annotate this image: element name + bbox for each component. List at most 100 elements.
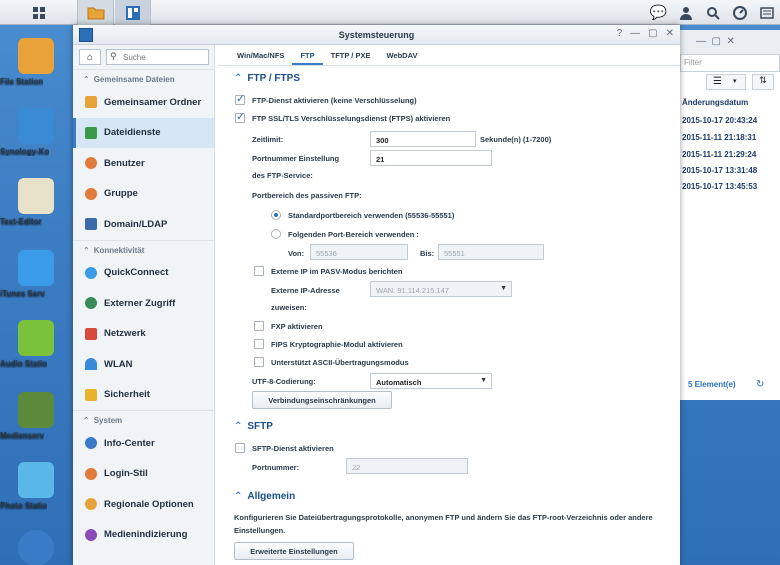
taskbar-file-station-button[interactable] xyxy=(78,0,114,25)
desktop-icon-photo-station[interactable]: Photo Statio xyxy=(0,462,72,510)
fips-checkbox[interactable] xyxy=(254,339,264,349)
sidebar-item-group[interactable]: Gruppe xyxy=(73,179,214,210)
sidebar-item-label: WLAN xyxy=(104,358,133,370)
column-header-modified[interactable]: Änderungsdatum xyxy=(682,98,748,107)
fxp-checkbox[interactable] xyxy=(254,321,264,331)
home-button[interactable]: ⌂ xyxy=(79,49,101,65)
table-row[interactable]: 2015-10-17 13:45:53 xyxy=(682,182,757,191)
tab-webdav[interactable]: WebDAV xyxy=(378,45,425,65)
tab-tftp-pxe[interactable]: TFTP / PXE xyxy=(323,45,379,65)
sidebar-item-security[interactable]: Sicherheit xyxy=(73,380,214,411)
section-connectivity[interactable]: ⌃ Konnektivität xyxy=(73,239,214,258)
passive-custom-radio[interactable] xyxy=(271,229,281,239)
section-title: Gemeinsame Dateien xyxy=(93,75,175,84)
sidebar-item-label: Info-Center xyxy=(104,437,155,449)
close-icon[interactable]: ✕ xyxy=(666,28,674,39)
table-row[interactable]: 2015-10-17 13:31:48 xyxy=(682,166,757,175)
sort-button[interactable]: ⇅ xyxy=(752,74,774,90)
sidebar-item-label: Benutzer xyxy=(104,157,145,169)
section-title: System xyxy=(93,416,123,425)
sidebar-item-login-style[interactable]: Login-Stil xyxy=(73,459,214,490)
advanced-settings-button[interactable]: Erweiterte Einstellungen xyxy=(234,542,354,560)
control-panel-icon xyxy=(125,5,140,20)
from-label: Von: xyxy=(288,249,305,258)
desktop-icon-synology[interactable]: Synology-Ko xyxy=(0,108,72,156)
ascii-mode-checkbox[interactable] xyxy=(254,357,264,367)
external-ip-label-line2: zuweisen: xyxy=(271,303,307,312)
speedometer-icon[interactable] xyxy=(726,0,753,25)
main-menu-button[interactable] xyxy=(0,0,78,25)
file-station-controls[interactable]: — ▢ ✕ xyxy=(696,36,735,47)
port-label-line1: Portnummer Einstellung xyxy=(252,154,340,163)
desktop-icon-label: Synology-Ko xyxy=(0,147,50,156)
report-external-ip-label: Externe IP im PASV-Modus berichten xyxy=(271,267,403,276)
table-row[interactable]: 2015-11-11 21:18:31 xyxy=(682,133,756,142)
group-icon xyxy=(85,187,97,200)
enable-sftp-checkbox[interactable] xyxy=(235,443,245,453)
sidebar-item-file-services[interactable]: Dateidienste xyxy=(73,117,214,148)
maximize-icon[interactable]: ▢ xyxy=(648,28,657,39)
desktop-icon-security-advisor[interactable] xyxy=(0,530,72,565)
tab-win-mac-nfs[interactable]: Win/Mac/NFS xyxy=(229,45,292,65)
file-station-titlebar: — ▢ ✕ xyxy=(676,30,780,54)
connection-limits-button[interactable]: Verbindungseinschränkungen xyxy=(252,391,392,409)
sidebar-item-media-indexing[interactable]: Medienindizierung xyxy=(73,520,214,551)
port-range-from-input[interactable]: 55536 xyxy=(310,244,408,260)
timeout-input[interactable]: 300 xyxy=(370,131,476,147)
chat-icon[interactable]: 💬 xyxy=(645,0,672,25)
section-sftp-heading[interactable]: ⌃ SFTP xyxy=(234,421,273,432)
section-shared-files[interactable]: ⌃ Gemeinsame Dateien xyxy=(73,69,214,87)
refresh-icon[interactable]: ↻ xyxy=(756,379,764,390)
search-input[interactable]: ⚲ Suche xyxy=(106,49,209,65)
section-general-heading[interactable]: ⌃ Allgemein xyxy=(234,491,295,502)
sidebar-item-regional-options[interactable]: Regionale Optionen xyxy=(73,489,214,520)
taskbar-control-panel-button[interactable] xyxy=(115,0,151,25)
table-row[interactable]: 2015-10-17 20:43:24 xyxy=(682,116,757,125)
desktop-icon-label: File Station xyxy=(0,77,44,86)
window-titlebar: Systemsteuerung ? — ▢ ✕ xyxy=(73,25,680,45)
sidebar-item-shared-folder[interactable]: Gemeinsamer Ordner xyxy=(73,87,214,118)
port-input[interactable]: 21 xyxy=(370,150,492,166)
sftp-port-input[interactable]: 22 xyxy=(346,458,468,474)
utf8-select[interactable]: Automatisch ▼ xyxy=(370,373,492,389)
desktop-icon-label: Audio Statio xyxy=(0,359,48,368)
desktop-icon-text-editor[interactable]: Text-Editor xyxy=(0,178,72,226)
sidebar-item-external-access[interactable]: Externer Zugriff xyxy=(73,288,214,319)
port-range-to-input[interactable]: 55551 xyxy=(438,244,544,260)
passive-default-radio[interactable] xyxy=(271,210,281,220)
desktop-icon-media-server[interactable]: Medienserv xyxy=(0,392,72,440)
report-external-ip-checkbox[interactable] xyxy=(254,266,264,276)
regional-icon xyxy=(85,498,97,511)
external-ip-select[interactable]: WAN: 91.114.215.147 ▼ xyxy=(370,281,512,297)
section-system[interactable]: ⌃ System xyxy=(73,410,214,428)
view-toggle-button[interactable]: ☰ ▾ xyxy=(706,74,746,90)
tab-ftp[interactable]: FTP xyxy=(292,45,323,65)
sidebar-item-info-center[interactable]: Info-Center xyxy=(73,428,214,459)
sidebar-item-domain-ldap[interactable]: Domain/LDAP xyxy=(73,209,214,240)
utf8-value: Automatisch xyxy=(376,378,422,387)
sidebar-item-network[interactable]: Netzwerk xyxy=(73,319,214,350)
options-icon[interactable] xyxy=(753,0,780,25)
ftp-settings-content: ⌃ FTP / FTPS FTP-Dienst aktivieren (keine… xyxy=(218,66,680,565)
control-panel-window: Systemsteuerung ? — ▢ ✕ ⌂ ⚲ Suche ⌃ Gemei… xyxy=(73,25,680,565)
desktop-icon-audio-station[interactable]: Audio Statio xyxy=(0,320,72,368)
table-row[interactable]: 2015-11-11 21:29:24 xyxy=(682,150,756,159)
sftp-port-label: Portnummer: xyxy=(252,463,300,472)
help-icon[interactable]: ? xyxy=(617,28,623,39)
section-title: Konnektivität xyxy=(93,245,145,255)
section-ftp-heading[interactable]: ⌃ FTP / FTPS xyxy=(234,73,300,84)
grid-icon xyxy=(32,6,45,19)
search-icon[interactable] xyxy=(699,0,726,25)
sidebar-item-user[interactable]: Benutzer xyxy=(73,148,214,179)
minimize-icon[interactable]: — xyxy=(630,28,640,39)
enable-ftp-checkbox[interactable] xyxy=(235,92,245,105)
desktop-icon-itunes[interactable]: iTunes Serv xyxy=(0,250,72,298)
desktop-icon-file-station[interactable]: File Station xyxy=(0,38,72,86)
user-icon[interactable] xyxy=(672,0,699,25)
sidebar-item-quickconnect[interactable]: QuickConnect xyxy=(73,258,214,289)
filter-input[interactable]: Filter xyxy=(680,54,780,72)
sidebar-item-wlan[interactable]: WLAN xyxy=(73,349,214,380)
shield-icon xyxy=(85,388,97,401)
enable-ftps-checkbox[interactable] xyxy=(235,110,245,123)
timeout-unit: Sekunde(n) (1-7200) xyxy=(480,135,552,144)
